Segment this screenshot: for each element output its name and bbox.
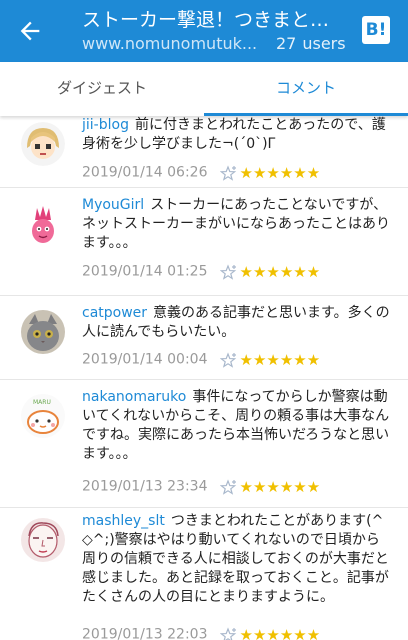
comment-meta: 2019/01/14 06:26 ★★★★★★ [82,162,320,182]
back-arrow-icon[interactable] [16,17,44,45]
star-rating[interactable]: ★★★★★★ [240,626,321,640]
pink-creature-avatar[interactable] [21,204,65,248]
comment-meta: 2019/01/14 00:04 ★★★★★★ [82,349,320,369]
svg-text:MARU: MARU [33,399,51,406]
comment-list[interactable]: jii-blog 前に付きまとわれたことあったので、護身術を少し学びました¬(´0… [0,116,408,640]
add-star-icon[interactable] [219,351,238,368]
tab-bar: ダイジェスト コメント [0,62,408,116]
comment-meta: 2019/01/13 22:03 ★★★★★★ [82,624,320,640]
star-rating[interactable]: ★★★★★★ [240,478,321,496]
sketch-face-avatar[interactable] [21,518,65,562]
gray-cat-avatar[interactable] [21,310,65,354]
comment-text: MyouGirl ストーカーにあったことないですが、ネットストーカーまがいにならあ… [82,196,390,253]
page-title: ストーカー撃退！つきまと… [82,9,330,31]
maru-character-avatar[interactable]: MARU [21,394,65,438]
app-bar: ストーカー撃退！つきまと… www.nomunomutuk... 27 users… [0,0,408,62]
user-count: 27 [276,34,297,53]
comment-text: catpower 意義のある記事だと思います。多くの人に読んでもらいたい。 [82,304,390,342]
star-rating[interactable]: ★★★★★★ [240,263,321,281]
comment-date: 2019/01/14 06:26 [82,164,208,181]
comment-user[interactable]: nakanomaruko [82,389,186,405]
comment-user[interactable]: jii-blog [82,117,129,133]
comment-date: 2019/01/14 01:25 [82,263,208,280]
comment-date: 2019/01/14 00:04 [82,351,208,368]
comment-item: MyouGirl ストーカーにあったことないですが、ネットストーカーまがいにならあ… [0,188,408,296]
page-url: www.nomunomutuk... [82,34,258,53]
comment-text: nakanomaruko 事件になってからしか警察は動いてくれないからこそ、周りの… [82,388,390,464]
bookmark-users[interactable]: 27 users [276,34,346,53]
comment-item: mashley_slt つきまとわれたことがあります(^◇^;)警察はやはり動いて… [0,508,408,640]
add-star-icon[interactable] [219,164,238,181]
tab-comment[interactable]: コメント [204,62,408,116]
star-rating[interactable]: ★★★★★★ [240,164,321,182]
star-rating[interactable]: ★★★★★★ [240,351,321,369]
add-star-icon[interactable] [219,626,238,640]
add-star-icon[interactable] [219,263,238,280]
comment-meta: 2019/01/14 01:25 ★★★★★★ [82,261,320,281]
comment-item: MARU nakanomaruko 事件になってからしか警察は動いてくれないからこ… [0,380,408,508]
comment-meta: 2019/01/13 23:34 ★★★★★★ [82,476,320,496]
comment-user[interactable]: catpower [82,305,147,321]
comment-item: catpower 意義のある記事だと思います。多くの人に読んでもらいたい。 201… [0,296,408,380]
comment-date: 2019/01/13 23:34 [82,478,208,495]
cartoon-girl-avatar[interactable] [21,122,65,166]
hatena-bookmark-logo-icon[interactable]: B! [362,16,390,44]
comment-text: mashley_slt つきまとわれたことがあります(^◇^;)警察はやはり動いて… [82,512,390,607]
active-tab-indicator [204,113,408,116]
comment-user[interactable]: mashley_slt [82,513,165,529]
comment-date: 2019/01/13 22:03 [82,626,208,640]
tab-digest[interactable]: ダイジェスト [0,62,204,116]
users-label: users [302,34,346,53]
comment-user[interactable]: MyouGirl [82,197,144,213]
comment-item: jii-blog 前に付きまとわれたことあったので、護身術を少し学びました¬(´0… [0,116,408,188]
comment-text: jii-blog 前に付きまとわれたことあったので、護身術を少し学びました¬(´0… [82,116,390,154]
add-star-icon[interactable] [219,478,238,495]
